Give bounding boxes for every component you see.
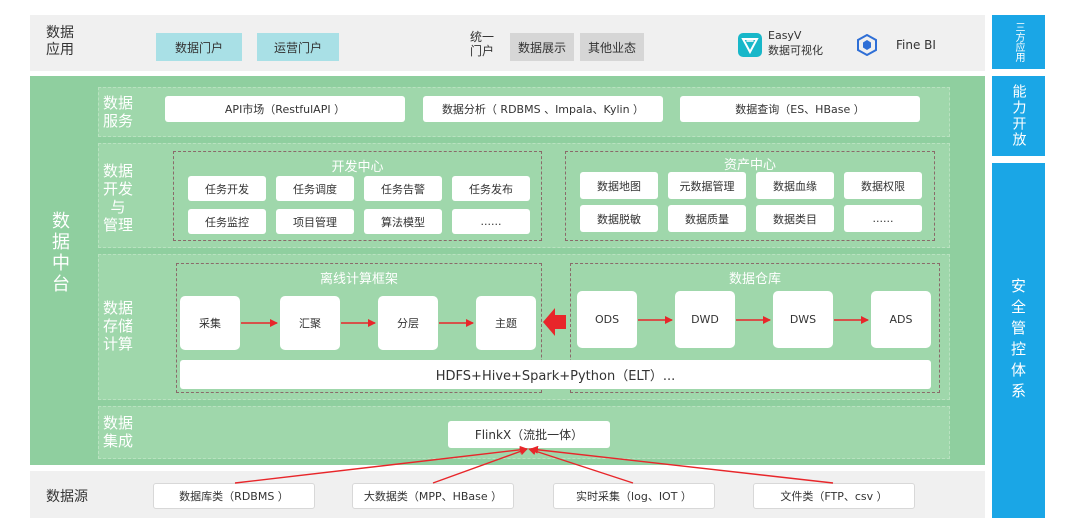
data-source-label: 数据源 bbox=[46, 489, 88, 505]
stage-collect[interactable]: 采集 bbox=[180, 296, 240, 350]
other-business-button[interactable]: 其他业态 bbox=[580, 33, 644, 61]
security-label: 安全管控体系 bbox=[1009, 277, 1027, 404]
stage-ods[interactable]: ODS bbox=[577, 291, 637, 348]
data-permission-box[interactable]: 数据权限 bbox=[844, 172, 922, 199]
unified-portal-label: 统一 门户 bbox=[469, 30, 494, 58]
task-monitor-box[interactable]: 任务监控 bbox=[188, 209, 266, 234]
data-category-box[interactable]: 数据类目 bbox=[756, 205, 834, 232]
data-map-box[interactable]: 数据地图 bbox=[580, 172, 658, 199]
source-file[interactable]: 文件类（FTP、csv ） bbox=[753, 483, 915, 509]
task-alert-box[interactable]: 任务告警 bbox=[364, 176, 442, 201]
task-publish-box[interactable]: 任务发布 bbox=[452, 176, 530, 201]
easyv-name: EasyV bbox=[768, 29, 802, 42]
stage-aggregate[interactable]: 汇聚 bbox=[280, 296, 340, 350]
api-market-box[interactable]: API市场（RestfulAPI ） bbox=[165, 96, 405, 122]
data-quality-box[interactable]: 数据质量 bbox=[668, 205, 746, 232]
security-block[interactable]: 安全管控体系 bbox=[992, 163, 1045, 518]
compute-engine-bar[interactable]: HDFS+Hive+Spark+Python（ELT）... bbox=[180, 360, 931, 389]
stage-topic[interactable]: 主题 bbox=[476, 296, 536, 350]
stage-dwd[interactable]: DWD bbox=[675, 291, 735, 348]
asset-more-box[interactable]: ...... bbox=[844, 205, 922, 232]
task-dev-box[interactable]: 任务开发 bbox=[188, 176, 266, 201]
data-storage-label: 数据 存储 计算 bbox=[102, 299, 133, 353]
dev-center-title: 开发中心 bbox=[331, 160, 384, 175]
data-dev-label: 数据 开发 与 管理 bbox=[102, 162, 133, 234]
source-realtime[interactable]: 实时采集（log、IOT ） bbox=[553, 483, 715, 509]
flinkx-box[interactable]: FlinkX（流批一体） bbox=[448, 421, 610, 448]
task-schedule-box[interactable]: 任务调度 bbox=[276, 176, 354, 201]
stage-dws[interactable]: DWS bbox=[773, 291, 833, 348]
data-application-label: 数据 应用 bbox=[46, 25, 74, 58]
stage-ads[interactable]: ADS bbox=[871, 291, 931, 348]
third-party-app-block[interactable]: 三方应用 bbox=[992, 15, 1045, 69]
source-rdbms[interactable]: 数据库类（RDBMS ） bbox=[153, 483, 315, 509]
project-mgmt-box[interactable]: 项目管理 bbox=[276, 209, 354, 234]
source-bigdata[interactable]: 大数据类（MPP、HBase ） bbox=[352, 483, 514, 509]
data-masking-box[interactable]: 数据脱敏 bbox=[580, 205, 658, 232]
capability-open-block[interactable]: 能力开放 bbox=[992, 76, 1045, 156]
finebi-name: Fine BI bbox=[896, 38, 936, 52]
data-display-button[interactable]: 数据展示 bbox=[510, 33, 574, 61]
offline-title: 离线计算框架 bbox=[319, 272, 398, 287]
metadata-mgmt-box[interactable]: 元数据管理 bbox=[668, 172, 746, 199]
stage-layer[interactable]: 分层 bbox=[378, 296, 438, 350]
third-party-app-label: 三方应用 bbox=[1013, 22, 1024, 62]
finebi-logo-icon bbox=[856, 33, 878, 57]
data-portal-button[interactable]: 数据门户 bbox=[156, 33, 242, 61]
data-integration-label: 数据 集成 bbox=[102, 414, 133, 450]
easyv-logo-icon bbox=[738, 33, 762, 57]
easyv-subtitle: 数据可视化 bbox=[768, 44, 823, 57]
ops-portal-button[interactable]: 运营门户 bbox=[257, 33, 339, 61]
data-query-box[interactable]: 数据查询（ES、HBase ） bbox=[680, 96, 920, 122]
asset-center-title: 资产中心 bbox=[723, 158, 776, 173]
data-middle-platform-title: 数 据 中 台 bbox=[52, 211, 70, 295]
warehouse-title: 数据仓库 bbox=[728, 272, 781, 287]
data-service-label: 数据 服务 bbox=[102, 94, 133, 130]
data-analysis-box[interactable]: 数据分析（ RDBMS 、Impala、Kylin ） bbox=[423, 96, 663, 122]
capability-open-label: 能力开放 bbox=[1010, 84, 1027, 148]
algorithm-model-box[interactable]: 算法模型 bbox=[364, 209, 442, 234]
data-lineage-box[interactable]: 数据血缘 bbox=[756, 172, 834, 199]
dev-more-box[interactable]: ...... bbox=[452, 209, 530, 234]
